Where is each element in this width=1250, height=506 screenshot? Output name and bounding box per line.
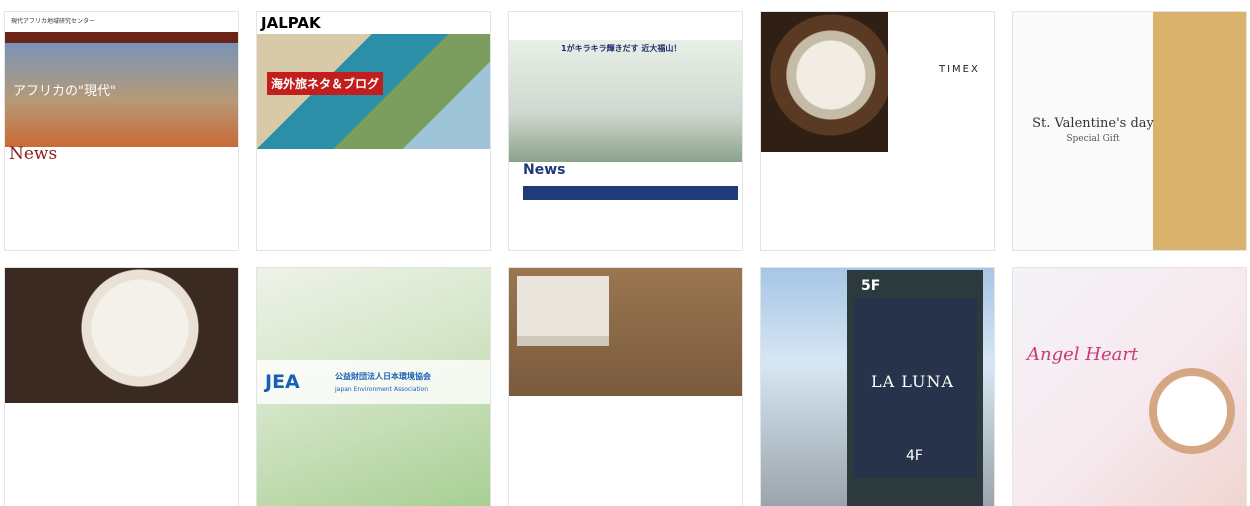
african-studies-site-tile[interactable]: 現代アフリカ地域研究センター アフリカの"現代" News bbox=[5, 12, 238, 250]
site-title: 現代アフリカ地域研究センター bbox=[11, 18, 96, 25]
hero-photo bbox=[509, 40, 742, 162]
news-heading: News bbox=[9, 144, 58, 164]
banner-text: 海外旅ネタ＆ブログ bbox=[267, 72, 384, 95]
kindai-fukuyama-site-tile[interactable]: 1がキラキラ輝きだす 近大福山！ News bbox=[509, 12, 742, 250]
floor-bottom: 4F bbox=[906, 448, 923, 464]
portfolio-grid: 現代アフリカ地域研究センター アフリカの"現代" News JALPAK 海外旅… bbox=[0, 0, 1250, 506]
dish-photo bbox=[5, 268, 238, 403]
valentine-site-tile[interactable]: St. Valentine's day Special Gift bbox=[1013, 12, 1246, 250]
timex-brand: TIMEX bbox=[939, 64, 980, 75]
angel-heart-site-tile[interactable]: Angel Heart bbox=[1013, 268, 1246, 506]
floor-top: 5F bbox=[861, 278, 881, 294]
corporate-book-site-tile[interactable] bbox=[509, 268, 742, 506]
timex-site-tile[interactable]: TIMEX bbox=[761, 12, 994, 250]
watch-photo bbox=[1149, 368, 1235, 454]
news-tabs bbox=[523, 186, 738, 200]
org-name-en: Japan Environment Association bbox=[335, 386, 429, 393]
la-luna-site-tile[interactable]: 5F LA LUNA 4F bbox=[761, 268, 994, 506]
watch-photo bbox=[761, 12, 888, 152]
la-luna-brand: LA LUNA bbox=[871, 372, 955, 391]
book-shape bbox=[517, 276, 609, 336]
jalpak-site-tile[interactable]: JALPAK 海外旅ネタ＆ブログ bbox=[257, 12, 490, 250]
jalpak-logo: JALPAK bbox=[261, 14, 321, 32]
jea-site-tile[interactable]: JEA 公益財団法人日本環境協会 Japan Environment Assoc… bbox=[257, 268, 490, 506]
headline: 1がキラキラ輝きだす 近大福山！ bbox=[561, 44, 682, 53]
hero-photo bbox=[1013, 12, 1246, 250]
hero-text: アフリカの"現代" bbox=[13, 84, 116, 99]
jea-logo: JEA bbox=[265, 371, 300, 393]
valentine-title: St. Valentine's day bbox=[1032, 116, 1154, 131]
news-heading: News bbox=[523, 162, 566, 178]
angel-heart-brand: Angel Heart bbox=[1027, 344, 1139, 365]
org-name-jp: 公益財団法人日本環境協会 bbox=[335, 372, 431, 381]
site-nav bbox=[5, 32, 238, 43]
restaurant-site-tile[interactable] bbox=[5, 268, 238, 506]
valentine-subtitle: Special Gift bbox=[1066, 134, 1120, 144]
